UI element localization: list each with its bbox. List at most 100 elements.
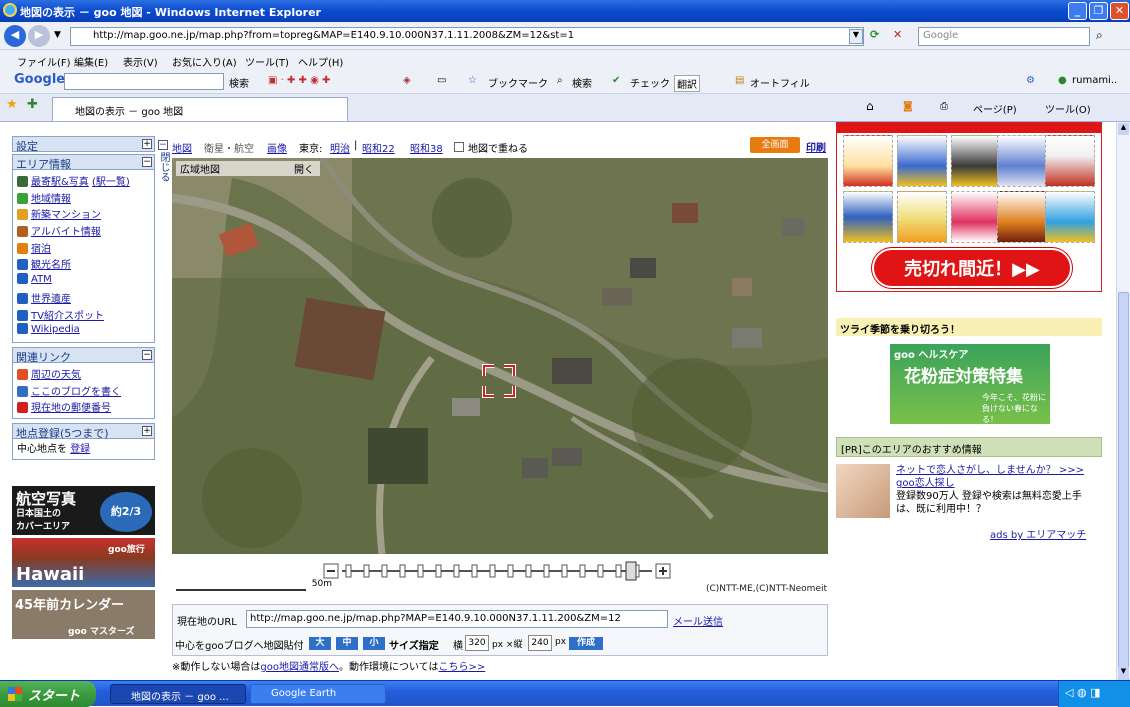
sidebar-item-station[interactable]: 最寄駅&写真 (駅一覧) xyxy=(17,173,154,190)
toolbar-autofill[interactable]: オートフィル xyxy=(750,75,810,90)
google-search-button[interactable]: 検索 xyxy=(229,75,249,90)
register-link[interactable]: 登録 xyxy=(70,444,90,455)
normal-version-link[interactable]: goo地図通常版へ xyxy=(260,662,339,673)
region-map-open-button[interactable]: 開く xyxy=(294,161,314,176)
tab-map[interactable]: 地図の表示 － goo 地図 xyxy=(52,97,348,121)
expand-icon[interactable]: + xyxy=(142,425,152,436)
print-link[interactable]: 印刷 xyxy=(806,139,826,154)
feed-icon[interactable]: ◙ xyxy=(903,101,913,112)
sidebar-item-sight[interactable]: 観光名所 xyxy=(17,256,154,273)
tab-satellite[interactable]: 衛星・航空 xyxy=(204,140,254,155)
web-search-input[interactable]: Google xyxy=(918,27,1090,46)
close-sidebar-button[interactable]: − 閉じる xyxy=(156,140,170,186)
product-3[interactable] xyxy=(951,135,1001,187)
sidebar-item-hotel[interactable]: 宿泊 xyxy=(17,240,154,257)
size-small-button[interactable]: 小 xyxy=(363,637,385,650)
back-button[interactable]: ◀ xyxy=(4,25,26,47)
width-input[interactable]: 320 xyxy=(465,635,489,651)
collapse-icon[interactable]: − xyxy=(142,349,152,360)
mail-link[interactable]: メール送信 xyxy=(673,613,723,628)
era-meiji[interactable]: 明治 xyxy=(330,140,350,155)
toolbar-blank-icon[interactable]: ▭ xyxy=(437,75,446,86)
toolbar-check[interactable]: チェック xyxy=(630,75,670,90)
print-icon[interactable]: ⎙ xyxy=(940,101,948,112)
product-8[interactable] xyxy=(951,191,1001,243)
environment-link[interactable]: こちら>> xyxy=(438,662,485,673)
expand-icon[interactable]: + xyxy=(142,139,152,149)
pr-link[interactable]: ネットで恋人さがし、しませんか？ >>> goo恋人探し xyxy=(896,464,1096,490)
wrench-icon[interactable]: ⚙ xyxy=(1026,75,1035,86)
pr-photo[interactable] xyxy=(836,464,890,518)
add-favorite-icon[interactable]: ✚ xyxy=(27,97,38,112)
scroll-down-icon[interactable]: ▼ xyxy=(1118,667,1129,679)
history-dropdown-icon[interactable]: ▼ xyxy=(54,30,61,40)
related-header[interactable]: 関連リンク − xyxy=(12,346,155,364)
bookmark-star-icon[interactable]: ☆ xyxy=(468,75,477,86)
close-window-button[interactable]: ✕ xyxy=(1110,2,1129,20)
register-header[interactable]: 地点登録(5つまで) + xyxy=(12,422,155,440)
sidebar-item-blog[interactable]: ここのブログを書く xyxy=(17,383,154,400)
menu-tools[interactable]: ツール(T) xyxy=(245,54,289,69)
sidebar-item-job[interactable]: アルバイト情報 xyxy=(17,223,154,240)
page-menu[interactable]: ページ(P) xyxy=(973,101,1017,116)
product-10[interactable] xyxy=(1045,191,1095,243)
toolbar-bookmarks[interactable]: ブックマーク xyxy=(488,75,548,90)
sidebar-item-heritage[interactable]: 世界遺産 xyxy=(17,290,154,307)
sidebar-item-mansion[interactable]: 新築マンション xyxy=(17,206,154,223)
search-icon[interactable]: ⌕ xyxy=(557,75,563,86)
current-url-field[interactable]: http://map.goo.ne.jp/map.php?MAP=E140.9.… xyxy=(246,610,668,628)
sidebar-item-weather[interactable]: 周辺の天気 xyxy=(17,366,154,383)
product-5[interactable] xyxy=(1045,135,1095,187)
ad-hawaii[interactable]: Hawaii goo旅行 xyxy=(12,538,155,587)
maximize-button[interactable]: ❐ xyxy=(1089,2,1108,20)
menu-favorites[interactable]: お気に入り(A) xyxy=(172,54,237,69)
size-medium-button[interactable]: 中 xyxy=(336,637,358,650)
tools-menu[interactable]: ツール(O) xyxy=(1045,101,1091,116)
tray-icons[interactable]: ◁ ◍ ◨ xyxy=(1065,686,1100,699)
check-icon[interactable]: ✔ xyxy=(612,75,620,86)
toolbar-search[interactable]: 検索 xyxy=(572,75,592,90)
ads-by-link[interactable]: ads by エリアマッチ xyxy=(990,526,1086,541)
menu-edit[interactable]: 編集(E) xyxy=(74,54,108,69)
size-large-button[interactable]: 大 xyxy=(309,637,331,650)
create-button[interactable]: 作成 xyxy=(569,637,603,650)
home-icon[interactable]: ⌂ xyxy=(866,99,874,113)
scroll-thumb[interactable] xyxy=(1118,292,1129,692)
tab-map-view[interactable]: 地図 xyxy=(172,140,192,155)
search-go-icon[interactable]: ⌕ xyxy=(1096,28,1103,43)
product-2[interactable] xyxy=(897,135,947,187)
sidebar-item-tv[interactable]: TV紹介スポット xyxy=(17,307,154,324)
product-7[interactable] xyxy=(897,191,947,243)
task-google-earth[interactable]: Google Earth xyxy=(250,684,386,704)
ad-aerial-photo[interactable]: 航空写真 日本国土の カバーエリア 約2/3 xyxy=(12,486,155,535)
product-1[interactable] xyxy=(843,135,893,187)
sidebar-item-atm[interactable]: ATM xyxy=(17,273,154,290)
menu-help[interactable]: ヘルプ(H) xyxy=(298,54,343,69)
overlay-checkbox[interactable] xyxy=(454,142,464,152)
sellout-banner[interactable]: 売切れ間近！▶▶ xyxy=(872,248,1072,288)
google-search-input[interactable] xyxy=(64,73,224,90)
era-showa38[interactable]: 昭和38 xyxy=(410,140,443,155)
start-button[interactable]: スタート xyxy=(0,681,96,707)
fullscreen-button[interactable]: 全画面 xyxy=(750,137,800,153)
sidebar-item-postal[interactable]: 現在地の郵便番号 xyxy=(17,399,154,416)
zoom-slider[interactable] xyxy=(322,560,672,582)
product-6[interactable] xyxy=(843,191,893,243)
sidebar-item-wiki[interactable]: Wikipedia xyxy=(17,323,154,340)
aerial-map[interactable]: 広域地図 開く − + xyxy=(172,158,828,554)
task-ie[interactable]: 地図の表示 － goo ... xyxy=(110,684,246,704)
pollen-ad[interactable]: goo ヘルスケア 花粉症対策特集 今年こそ、花粉に負けない春になる！ xyxy=(890,344,1050,424)
toolbar-icons[interactable]: ▣ · ✚ ✚ ◉ ✚ xyxy=(268,75,330,86)
tab-images[interactable]: 画像 xyxy=(267,140,287,155)
menu-file[interactable]: ファイル(F) xyxy=(17,54,71,69)
toolbar-translate[interactable]: 翻訳 xyxy=(674,75,700,92)
sidebar-item-local[interactable]: 地域情報 xyxy=(17,190,154,207)
pr-item[interactable]: ネットで恋人さがし、しませんか？ >>> goo恋人探し 登録数90万人 登録や… xyxy=(836,464,1102,524)
settings-header[interactable]: 設定 + xyxy=(12,136,155,153)
forward-button[interactable]: ▶ xyxy=(28,25,50,47)
height-input[interactable]: 240 xyxy=(528,635,552,651)
ad-calendar[interactable]: 45年前カレンダー goo マスターズ xyxy=(12,590,155,639)
product-9[interactable] xyxy=(997,191,1047,243)
url-input[interactable]: http://map.goo.ne.jp/map.php?from=topreg… xyxy=(70,27,864,46)
google-user[interactable]: rumami.. xyxy=(1072,75,1117,86)
